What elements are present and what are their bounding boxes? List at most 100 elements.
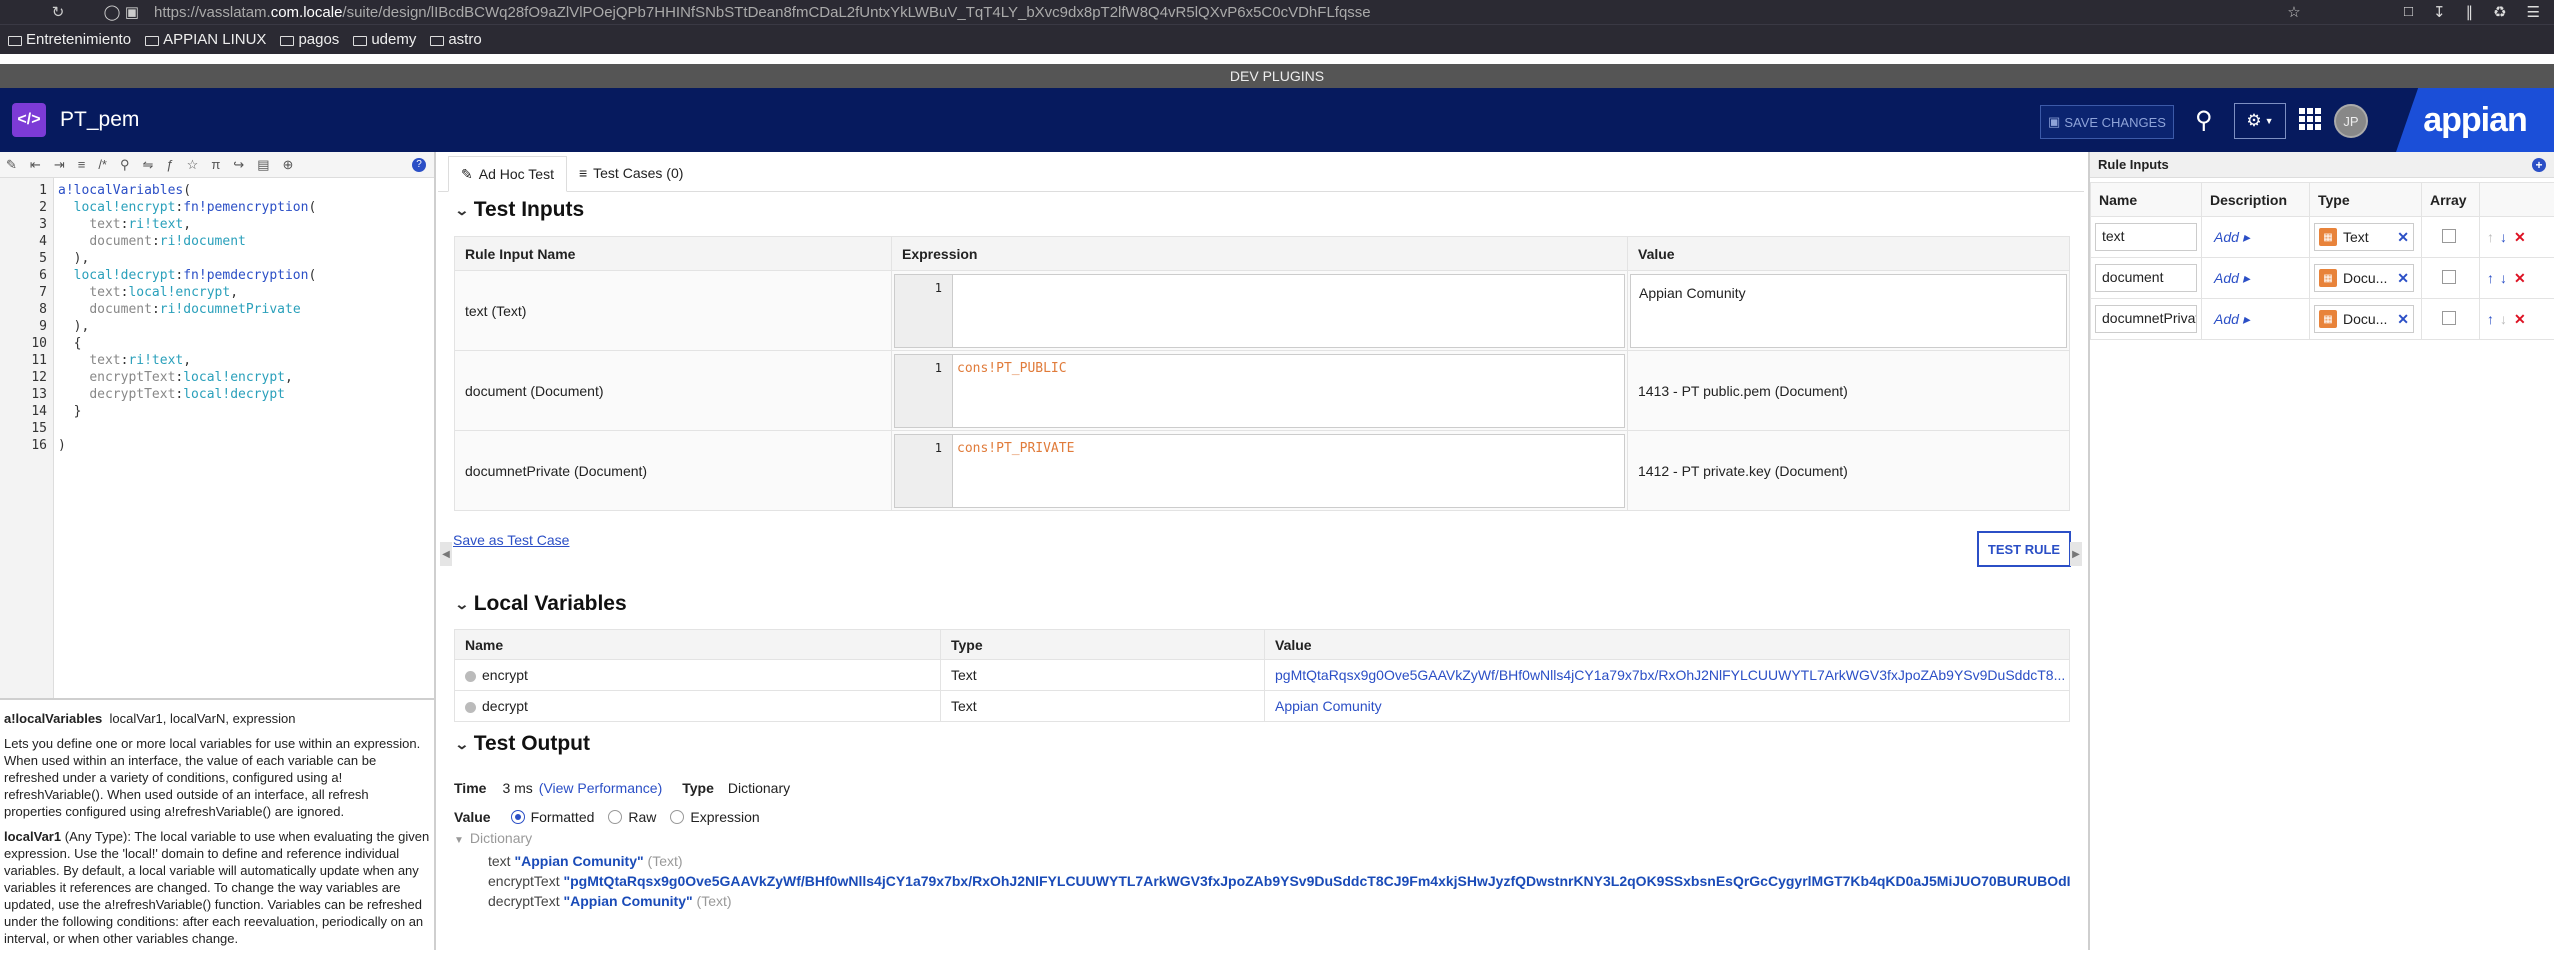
line-number: 5	[0, 251, 53, 268]
line-number: 12	[0, 370, 53, 387]
line-number: 7	[0, 285, 53, 302]
test-inputs-header[interactable]: ⌄Test Inputs	[456, 198, 584, 222]
tab-ad-hoc-test[interactable]: ✎Ad Hoc Test	[448, 156, 567, 192]
local-variables-table: Name Type Value encrypt Text pgMtQtaRqsx…	[454, 629, 2070, 722]
rule-icon[interactable]: ▤	[257, 157, 269, 173]
collapse-dictionary-icon[interactable]: ▼	[454, 835, 464, 846]
expression-label: Expression	[690, 809, 759, 825]
function-icon[interactable]: ƒ	[166, 157, 173, 172]
add-description-link[interactable]: Add ▸	[2214, 270, 2250, 286]
save-changes-button[interactable]: ▣SAVE CHANGES	[2040, 105, 2174, 139]
column-header: Description	[2202, 183, 2310, 217]
move-down-icon[interactable]: ↓	[2500, 270, 2507, 286]
search-icon[interactable]: ⚲	[2195, 106, 2219, 134]
move-down-icon[interactable]: ↓	[2500, 229, 2507, 245]
collapse-left-icon[interactable]: ◀	[440, 542, 452, 566]
rule-input-name-field[interactable]: documnetPrivate	[2095, 305, 2197, 333]
expression-editor[interactable]: 1cons!PT_PUBLIC	[894, 354, 1625, 428]
shuffle-icon[interactable]: ⇋	[143, 157, 154, 173]
export-icon[interactable]: ↪	[233, 157, 244, 173]
expression-editor[interactable]: 1	[894, 274, 1625, 348]
bookmark-folder[interactable]: udemy	[353, 31, 416, 48]
local-variables-header[interactable]: ⌄Local Variables	[456, 592, 627, 616]
appian-logo: appian	[2396, 88, 2554, 152]
rule-input-name: text (Text)	[455, 271, 892, 351]
table-row: text (Text) 1 Appian Comunity	[455, 271, 2070, 351]
expression-editor[interactable]: 1cons!PT_PRIVATE	[894, 434, 1625, 508]
download-icon[interactable]: ↧	[2433, 3, 2446, 21]
type-icon: ▦	[2319, 310, 2337, 328]
settings-menu-button[interactable]: ⚙▼	[2234, 103, 2286, 139]
expression-radio[interactable]	[670, 810, 684, 824]
table-row: documnetPrivate Add ▸ ▦Docu...✕ ↑↓✕	[2091, 299, 2554, 340]
reload-icon[interactable]: ↻	[48, 3, 68, 21]
test-output: Time 3 ms (View Performance) Type Dictio…	[454, 770, 2070, 911]
type-selector[interactable]: ▦Text✕	[2314, 223, 2414, 251]
bookmark-star-icon[interactable]: ☆	[2284, 3, 2304, 21]
tab-test-cases[interactable]: ≡Test Cases (0)	[567, 155, 695, 191]
pocket-icon[interactable]: □	[2404, 3, 2413, 21]
clear-type-icon[interactable]: ✕	[2397, 229, 2409, 246]
array-checkbox[interactable]	[2442, 229, 2456, 243]
find-icon[interactable]: ⚲	[120, 157, 130, 173]
clear-type-icon[interactable]: ✕	[2397, 270, 2409, 287]
address-bar[interactable]: https://vasslatam.com.locale/suite/desig…	[154, 4, 2284, 21]
delete-icon[interactable]: ✕	[2514, 229, 2526, 245]
indent-icon[interactable]: ⇥	[54, 157, 65, 173]
column-header: Expression	[892, 237, 1628, 271]
variable-type: Text	[941, 660, 1265, 691]
library-icon[interactable]: ∥	[2466, 3, 2474, 21]
chevron-down-icon: ⌄	[454, 202, 469, 219]
rule-input-name-field[interactable]: text	[2095, 223, 2197, 251]
app-launcher-icon[interactable]	[2299, 108, 2321, 130]
view-performance-link[interactable]: (View Performance)	[539, 780, 662, 796]
code-editor[interactable]: 1 2 3 4 5 6 7 8 9 10 11 12 13 14 15 16 a…	[0, 178, 434, 700]
type-selector[interactable]: ▦Docu...✕	[2314, 264, 2414, 292]
array-checkbox[interactable]	[2442, 311, 2456, 325]
star-icon[interactable]: ☆	[187, 157, 199, 173]
move-up-icon[interactable]: ↑	[2487, 270, 2494, 286]
add-rule-input-icon[interactable]: +	[2532, 158, 2546, 172]
rule-input-name-field[interactable]: document	[2095, 264, 2197, 292]
code-content[interactable]: a!localVariables( local!encrypt:fn!pemen…	[54, 178, 316, 698]
list-icon[interactable]: ≡	[78, 157, 86, 172]
variable-value[interactable]: Appian Comunity	[1275, 698, 1382, 714]
type-selector[interactable]: ▦Docu...✕	[2314, 305, 2414, 333]
bookmark-folder[interactable]: APPIAN LINUX	[145, 31, 266, 48]
line-number: 16	[0, 438, 53, 455]
table-row: document (Document) 1cons!PT_PUBLIC 1413…	[455, 351, 2070, 431]
code-line: {	[58, 336, 316, 353]
zoom-icon[interactable]: ⊕	[283, 157, 294, 173]
add-description-link[interactable]: Add ▸	[2214, 311, 2250, 327]
add-description-link[interactable]: Add ▸	[2214, 229, 2250, 245]
array-checkbox[interactable]	[2442, 270, 2456, 284]
bookmark-folder[interactable]: astro	[430, 31, 481, 48]
lock-icon[interactable]: ▣	[122, 3, 142, 21]
outdent-icon[interactable]: ⇤	[30, 157, 41, 173]
collapse-right-icon[interactable]: ▶	[2070, 542, 2082, 566]
clear-type-icon[interactable]: ✕	[2397, 311, 2409, 328]
test-rule-button[interactable]: TEST RULE	[1977, 531, 2071, 567]
move-up-icon[interactable]: ↑	[2487, 311, 2494, 327]
pi-icon[interactable]: π	[211, 157, 220, 172]
comment-icon[interactable]: /*	[98, 157, 107, 172]
value-field[interactable]: Appian Comunity	[1630, 274, 2067, 348]
bookmark-folder[interactable]: Entretenimiento	[8, 31, 131, 48]
save-as-test-case-link[interactable]: Save as Test Case	[453, 532, 569, 548]
shield-icon[interactable]: ◯	[102, 3, 122, 21]
variable-value[interactable]: pgMtQtaRqsx9g0Ove5GAAVkZyWf/BHf0wNlls4jC…	[1275, 667, 2065, 683]
extensions-icon[interactable]: ♻	[2493, 3, 2506, 21]
delete-icon[interactable]: ✕	[2514, 311, 2526, 327]
help-icon[interactable]: ?	[412, 158, 426, 172]
column-header: Type	[941, 630, 1265, 660]
raw-radio[interactable]	[608, 810, 622, 824]
format-icon[interactable]: ✎	[6, 157, 17, 173]
bookmark-folder[interactable]: pagos	[280, 31, 339, 48]
formatted-radio[interactable]	[511, 810, 525, 824]
menu-icon[interactable]: ☰	[2527, 3, 2540, 21]
delete-icon[interactable]: ✕	[2514, 270, 2526, 286]
test-output-header[interactable]: ⌄Test Output	[456, 732, 590, 756]
avatar[interactable]: JP	[2334, 104, 2368, 138]
code-line: text:ri!text,	[58, 217, 316, 234]
doc-param-name: localVar1	[4, 829, 61, 844]
